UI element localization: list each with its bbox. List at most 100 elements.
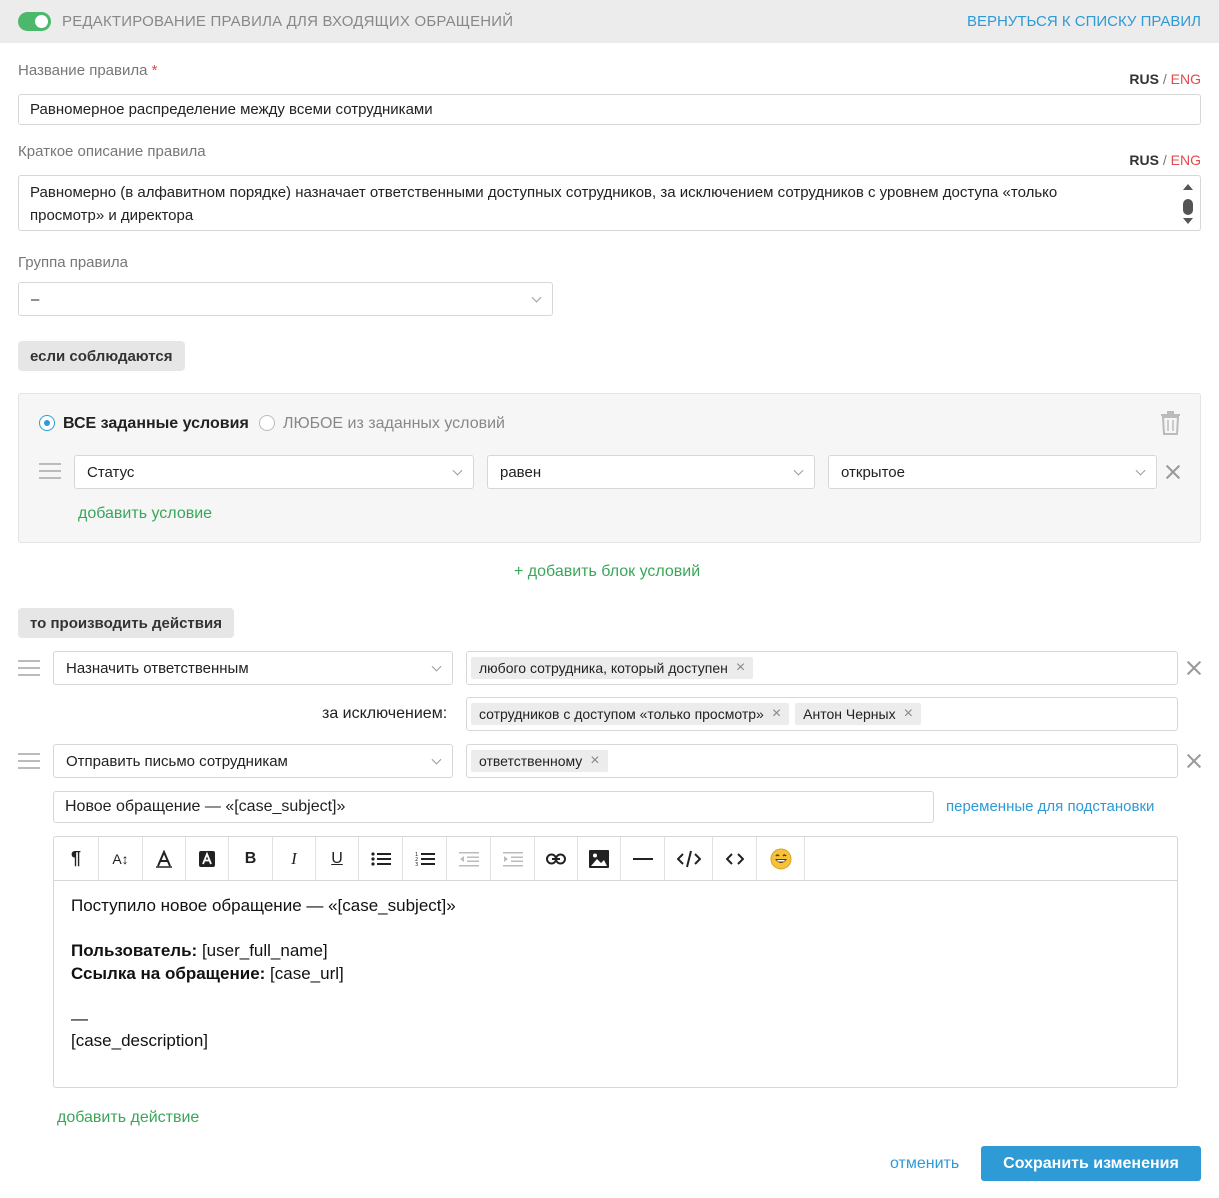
chevron-down-icon	[531, 292, 542, 303]
mode-all-label[interactable]: ВСЕ заданные условия	[63, 415, 249, 433]
user-value: [user_full_name]	[197, 941, 328, 960]
tag-remove-icon[interactable]: ×	[904, 706, 913, 722]
editor-line: Поступило новое обращение — «[case_subje…	[71, 896, 456, 915]
action-type-value: Назначить ответственным	[66, 659, 249, 677]
horizontal-rule-button[interactable]	[621, 837, 665, 880]
tag-remove-icon[interactable]: ×	[736, 660, 745, 676]
rule-name-label: Название правила *	[18, 62, 158, 79]
text-color-icon	[156, 849, 172, 868]
add-condition-link[interactable]: добавить условие	[78, 505, 212, 523]
mode-any-radio[interactable]	[259, 415, 275, 431]
recipient-tag: ответственному ×	[471, 750, 608, 772]
link-button[interactable]	[535, 837, 578, 880]
rule-description-label: Краткое описание правила	[18, 143, 206, 160]
remove-action-icon[interactable]	[1187, 661, 1201, 675]
editor-line: —	[71, 1008, 88, 1028]
conditions-header: если соблюдаются	[18, 341, 185, 371]
font-size-icon: A↕	[112, 850, 129, 867]
svg-text:3: 3	[415, 862, 418, 867]
variables-link[interactable]: переменные для подстановки	[946, 798, 1154, 815]
lang-eng[interactable]: ENG	[1171, 71, 1201, 87]
italic-button[interactable]: I	[273, 837, 316, 880]
assignee-tags-input[interactable]: любого сотрудника, который доступен ×	[466, 651, 1178, 685]
drag-handle-icon[interactable]	[18, 660, 40, 676]
code-view-button[interactable]	[665, 837, 713, 880]
condition-value-select[interactable]: открытое	[828, 455, 1157, 489]
add-condition-block-link[interactable]: + добавить блок условий	[514, 563, 700, 581]
numbered-list-button[interactable]: 123	[403, 837, 447, 880]
bullet-list-button[interactable]	[359, 837, 403, 880]
mode-all-radio[interactable]	[39, 415, 55, 431]
tag-remove-icon[interactable]: ×	[772, 706, 781, 722]
lang-separator: /	[1162, 152, 1167, 168]
condition-field-value: Статус	[87, 463, 135, 481]
indent-button[interactable]	[491, 837, 535, 880]
inline-code-button[interactable]	[713, 837, 757, 880]
user-label: Пользователь:	[71, 941, 198, 960]
rule-name-lang-switch: RUS / ENG	[1129, 71, 1201, 87]
trash-icon[interactable]	[1160, 411, 1181, 435]
outdent-button[interactable]	[447, 837, 491, 880]
numbered-list-icon: 123	[415, 852, 435, 867]
rule-description-textarea[interactable]: Равномерно (в алфавитном порядке) назнач…	[18, 175, 1201, 231]
paragraph-button[interactable]: ¶	[54, 837, 99, 880]
email-body-editor[interactable]: Поступило новое обращение — «[case_subje…	[53, 880, 1178, 1088]
lang-rus[interactable]: RUS	[1129, 152, 1159, 168]
remove-condition-icon[interactable]	[1166, 465, 1180, 479]
condition-value-value: открытое	[841, 463, 905, 481]
cancel-link[interactable]: отменить	[890, 1155, 959, 1173]
drag-handle-icon[interactable]	[39, 463, 61, 479]
except-tags-input[interactable]: сотрудников с доступом «только просмотр»…	[466, 697, 1178, 731]
rule-group-value: –	[31, 290, 40, 308]
lang-rus[interactable]: RUS	[1129, 71, 1159, 87]
editor-line: Пользователь: [user_full_name]	[71, 940, 1160, 963]
bold-icon: B	[244, 849, 257, 867]
outdent-icon	[458, 851, 479, 866]
emoji-button[interactable]	[757, 837, 805, 880]
action-type-select[interactable]: Назначить ответственным	[53, 651, 453, 685]
case-link-value: [case_url]	[265, 963, 344, 983]
email-subject-input[interactable]: Новое обращение — «[case_subject]»	[53, 791, 934, 823]
back-to-rules-link[interactable]: ВЕРНУТЬСЯ К СПИСКУ ПРАВИЛ	[967, 13, 1201, 30]
image-button[interactable]	[578, 837, 621, 880]
rule-group-select[interactable]: –	[18, 282, 553, 316]
editor-line: [case_description]	[71, 1031, 209, 1050]
editor-line: Ссылка на обращение: [case_url]	[71, 963, 1160, 986]
scroll-up-arrow-icon[interactable]	[1183, 184, 1193, 190]
except-label: за исключением:	[322, 705, 448, 722]
mode-any-label[interactable]: ЛЮБОЕ из заданных условий	[283, 415, 505, 433]
drag-handle-icon[interactable]	[18, 753, 40, 769]
tag-remove-icon[interactable]: ×	[590, 753, 599, 769]
italic-icon: I	[291, 848, 297, 868]
textarea-scrollbar[interactable]	[1181, 180, 1195, 228]
editor-blank-line	[71, 918, 1160, 941]
text-color-button[interactable]	[143, 837, 186, 880]
condition-operator-value: равен	[500, 463, 542, 481]
underline-button[interactable]: U	[316, 837, 359, 880]
rule-name-input[interactable]: Равномерное распределение между всеми со…	[18, 94, 1201, 125]
add-action-link[interactable]: добавить действие	[57, 1109, 199, 1127]
recipient-tags-input[interactable]: ответственному ×	[466, 744, 1178, 778]
condition-field-select[interactable]: Статус	[74, 455, 474, 489]
condition-operator-select[interactable]: равен	[487, 455, 815, 489]
lang-eng[interactable]: ENG	[1171, 152, 1201, 168]
chevron-down-icon	[793, 465, 804, 476]
required-mark: *	[151, 62, 158, 79]
underline-icon: U	[331, 849, 343, 867]
rule-description-lang-switch: RUS / ENG	[1129, 152, 1201, 168]
bold-button[interactable]: B	[229, 837, 273, 880]
font-size-button[interactable]: A↕	[99, 837, 143, 880]
description-line: Равномерно (в алфавитном порядке) назнач…	[30, 184, 1058, 201]
remove-action-icon[interactable]	[1187, 754, 1201, 768]
save-button[interactable]: Сохранить изменения	[981, 1146, 1201, 1181]
bullet-list-icon	[370, 851, 391, 866]
scroll-down-arrow-icon[interactable]	[1183, 218, 1193, 224]
except-tag: сотрудников с доступом «только просмотр»…	[471, 703, 790, 725]
scroll-thumb[interactable]	[1183, 199, 1193, 215]
rule-enabled-toggle[interactable]	[18, 12, 51, 31]
background-color-button[interactable]	[186, 837, 229, 880]
action-type-select[interactable]: Отправить письмо сотрудникам	[53, 744, 453, 778]
except-tag: Антон Черных ×	[795, 703, 921, 725]
chevron-down-icon	[1135, 465, 1146, 476]
emoji-icon	[770, 848, 791, 869]
